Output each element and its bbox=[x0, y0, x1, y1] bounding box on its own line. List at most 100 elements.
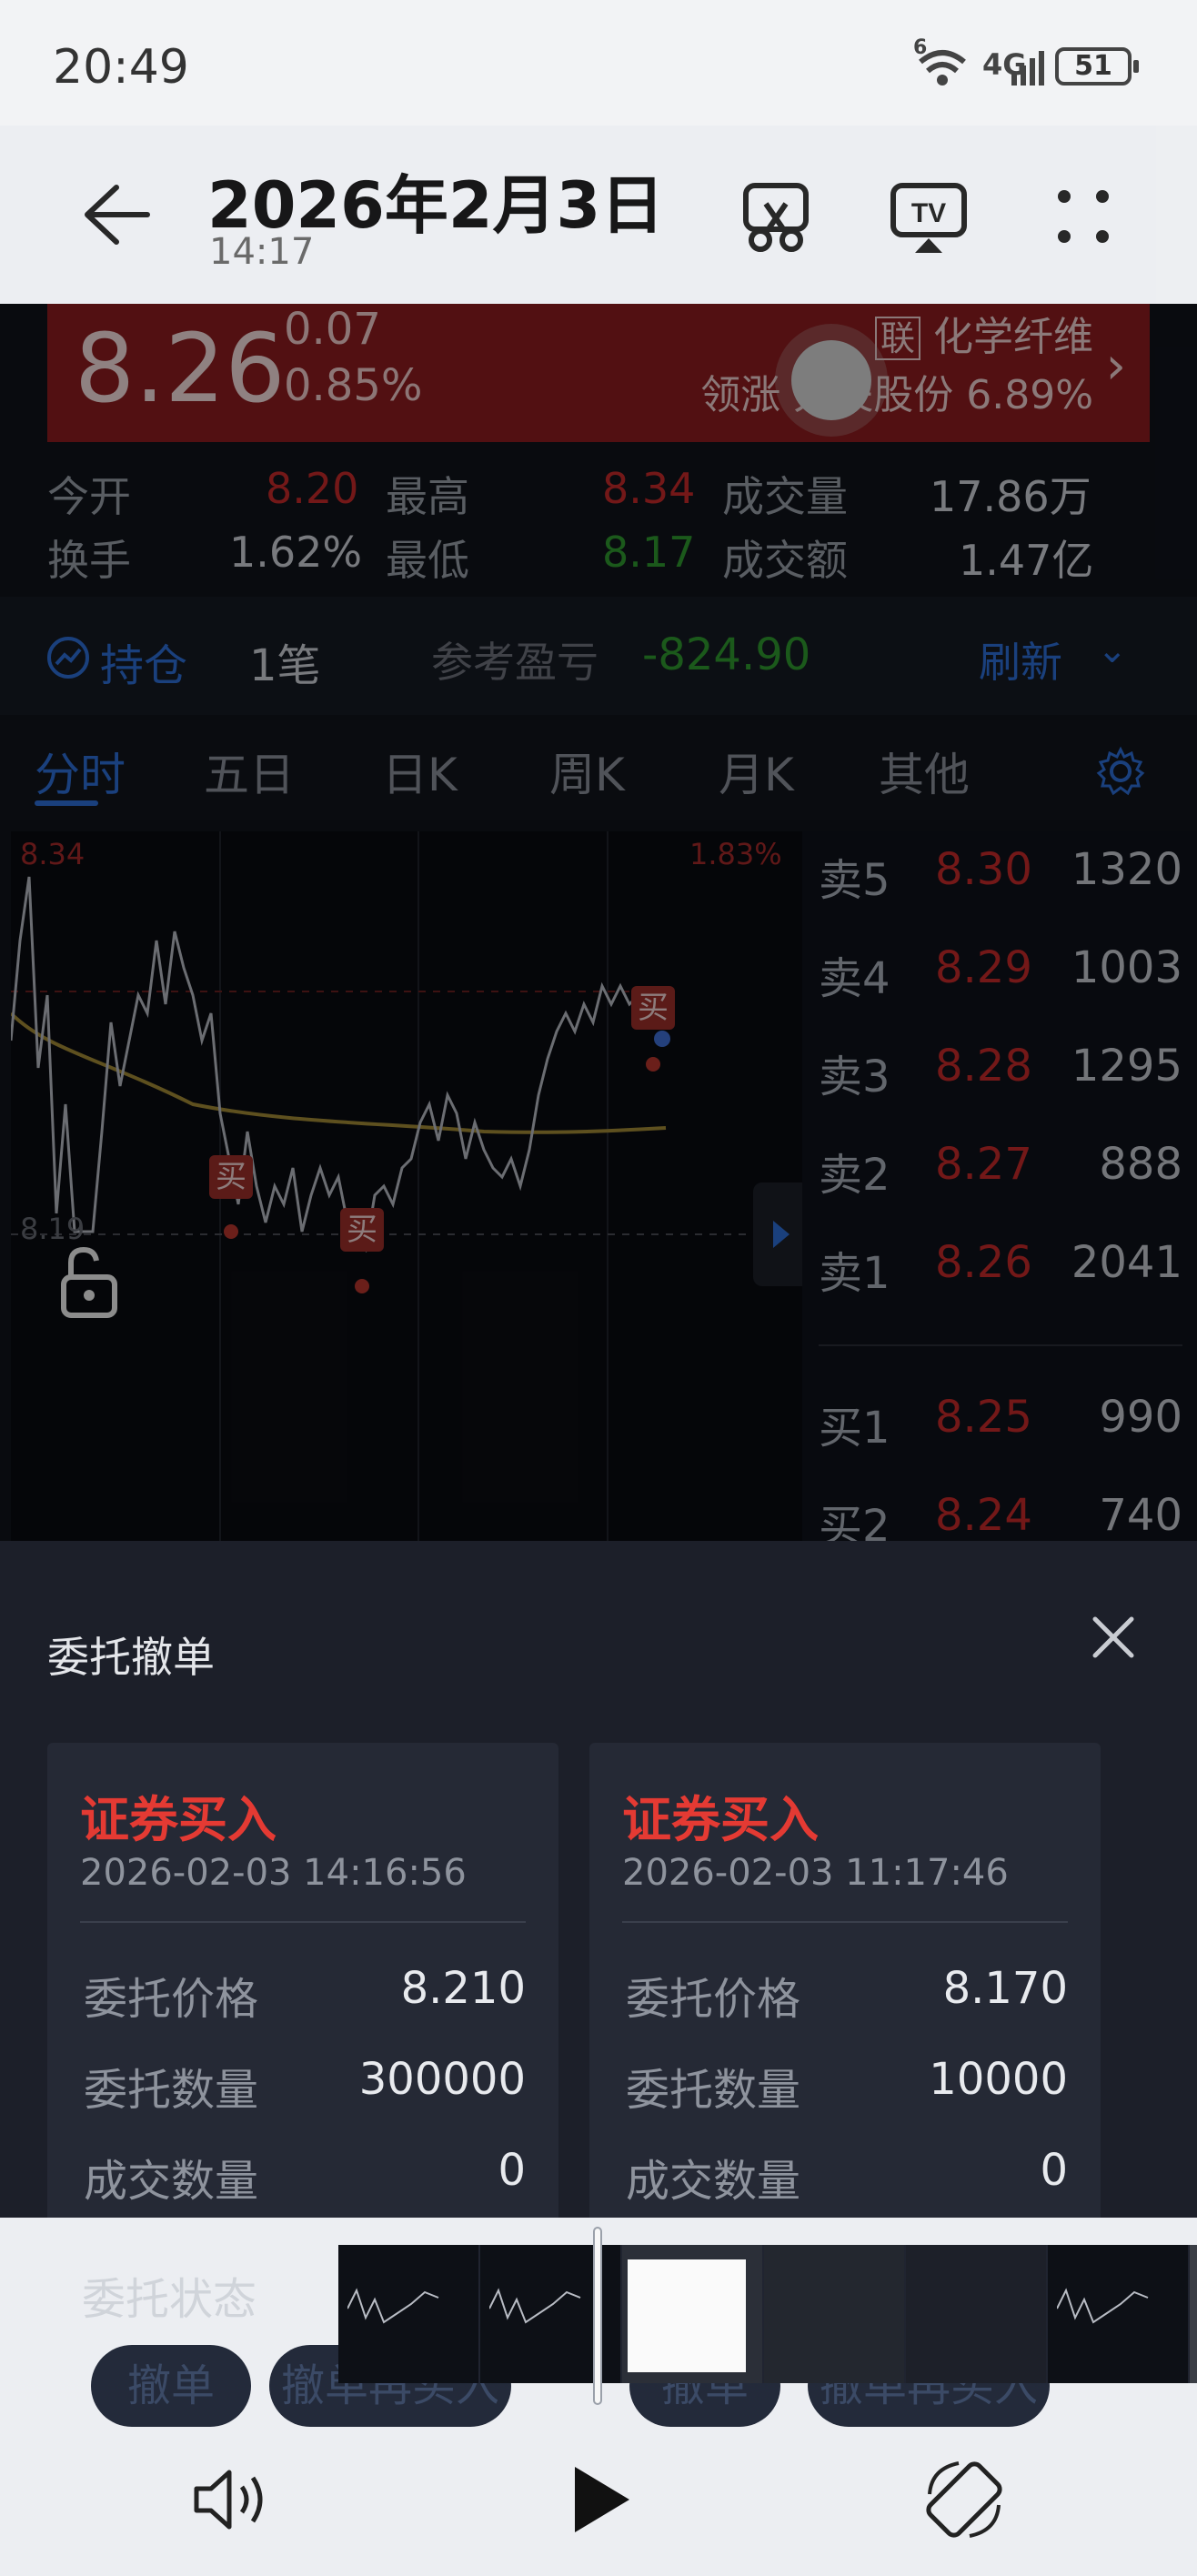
refresh-button[interactable]: 刷新 bbox=[979, 629, 1062, 689]
trend-icon bbox=[45, 635, 91, 680]
buy-marker[interactable]: 买 bbox=[340, 1208, 384, 1252]
tab-five-day[interactable]: 五日 bbox=[204, 739, 295, 804]
orderbook-divider bbox=[819, 1344, 1182, 1346]
price-bar: 8.26 0.07 0.85% 联 化学纤维 领涨 尤夫股份 6.89% › bbox=[47, 304, 1150, 442]
order-price: 8.170 bbox=[942, 1963, 1068, 2014]
expand-handle[interactable] bbox=[753, 1182, 804, 1286]
order-time: 2026-02-03 11:17:46 bbox=[622, 1852, 1009, 1894]
volume-value: 17.86万 bbox=[930, 472, 1091, 521]
holdings-count: 1笔 bbox=[249, 640, 321, 691]
buy-marker[interactable]: 买 bbox=[209, 1155, 253, 1199]
order-qty: 10000 bbox=[929, 2054, 1068, 2105]
bid-price: 8.24 bbox=[935, 1490, 1032, 1541]
ask-price: 8.27 bbox=[935, 1139, 1032, 1190]
amount-label: 成交额 bbox=[722, 536, 848, 585]
play-icon[interactable] bbox=[553, 2454, 644, 2545]
timeline-playhead[interactable] bbox=[593, 2227, 602, 2405]
tab-other[interactable]: 其他 bbox=[879, 739, 970, 804]
volume-label: 成交量 bbox=[722, 472, 848, 521]
ask-volume: 888 bbox=[1099, 1139, 1182, 1190]
card-divider bbox=[80, 1921, 526, 1923]
leader-pct: 6.89% bbox=[966, 372, 1093, 418]
order-type: 证券买入 bbox=[80, 1791, 277, 1848]
timeline-thumbnail bbox=[1048, 2245, 1190, 2383]
buy-marker[interactable]: 买 bbox=[631, 986, 675, 1030]
sector-leader: 领涨 尤夫股份 6.89% bbox=[700, 362, 1093, 420]
touch-indicator bbox=[791, 340, 871, 420]
ask-price: 8.26 bbox=[935, 1237, 1032, 1288]
order-qty-label: 委托数量 bbox=[626, 2065, 801, 2116]
pl-value: -824.90 bbox=[642, 629, 811, 680]
unlock-icon[interactable] bbox=[58, 1246, 122, 1319]
ask-volume: 2041 bbox=[1071, 1237, 1182, 1288]
tab-intraday[interactable]: 分时 bbox=[35, 739, 126, 804]
tab-weekly-k[interactable]: 周K bbox=[549, 739, 625, 804]
viewer-header: 2026年2月3日 14:17 TV bbox=[0, 126, 1197, 304]
ask-label: 卖4 bbox=[819, 953, 890, 1004]
viewer-subtitle: 14:17 bbox=[209, 231, 315, 273]
holdings-row[interactable]: 持仓 1笔 参考盈亏 -824.90 刷新 ⌄ bbox=[0, 597, 1197, 715]
more-icon[interactable] bbox=[1042, 176, 1124, 258]
pl-label: 参考盈亏 bbox=[431, 638, 598, 687]
sector-name: 化学纤维 bbox=[933, 314, 1093, 360]
bid-price: 8.25 bbox=[935, 1392, 1032, 1443]
ask-volume: 1320 bbox=[1071, 844, 1182, 895]
ask-label: 卖2 bbox=[819, 1150, 890, 1201]
timeline-thumbnail bbox=[906, 2245, 1048, 2383]
holdings-label: 持仓 bbox=[100, 640, 188, 691]
chart-top-left-label: 8.34 bbox=[20, 837, 86, 871]
battery-indicator: 51 bbox=[1055, 47, 1139, 86]
high-label: 最高 bbox=[386, 472, 469, 521]
chevron-down-icon[interactable]: ⌄ bbox=[1097, 629, 1128, 671]
order-price-label: 委托价格 bbox=[626, 1974, 801, 2025]
chart-mid-left-label: 8.19 bbox=[20, 1212, 86, 1246]
cancel-button[interactable]: 撤单 bbox=[91, 2345, 251, 2427]
sheet-title: 委托撤单 bbox=[47, 1633, 215, 1682]
tab-daily-k[interactable]: 日K bbox=[382, 739, 458, 804]
timeline-thumbnail bbox=[338, 2245, 480, 2383]
gear-icon[interactable] bbox=[1095, 746, 1146, 797]
tv-cast-icon[interactable]: TV bbox=[888, 176, 970, 258]
close-icon[interactable] bbox=[1088, 1612, 1139, 1663]
order-card[interactable]: 证券买入 2026-02-03 11:17:46 委托价格 8.170 委托数量… bbox=[589, 1743, 1101, 2218]
leader-label: 领涨 bbox=[700, 372, 781, 418]
ask-price: 8.29 bbox=[935, 942, 1032, 993]
high-value: 8.34 bbox=[602, 464, 696, 513]
order-card[interactable]: 证券买入 2026-02-03 14:16:56 委托价格 8.210 委托数量… bbox=[47, 1743, 558, 2218]
signal-icon bbox=[1010, 47, 1046, 87]
video-timeline[interactable] bbox=[338, 2245, 1197, 2383]
ask-label: 卖5 bbox=[819, 855, 890, 906]
low-label: 最低 bbox=[386, 536, 469, 585]
back-arrow-icon[interactable] bbox=[80, 178, 153, 251]
volume-icon[interactable] bbox=[187, 2454, 278, 2545]
order-filled: 0 bbox=[498, 2145, 526, 2196]
ask-price: 8.28 bbox=[935, 1041, 1032, 1092]
bid-volume: 990 bbox=[1099, 1392, 1182, 1443]
status-time: 20:49 bbox=[53, 40, 189, 95]
scissors-icon[interactable] bbox=[735, 176, 817, 258]
tab-monthly-k[interactable]: 月K bbox=[719, 739, 794, 804]
status-bar: 20:49 6 4G 51 bbox=[0, 0, 1197, 126]
order-type: 证券买入 bbox=[622, 1791, 819, 1848]
turnover-value: 1.62% bbox=[229, 528, 363, 577]
sector-link[interactable]: 联 化学纤维 bbox=[874, 304, 1093, 362]
order-qty: 300000 bbox=[358, 2054, 526, 2105]
order-status-label: 委托状态 bbox=[82, 2274, 257, 2325]
order-price-label: 委托价格 bbox=[84, 1974, 259, 2025]
open-label: 今开 bbox=[47, 472, 131, 521]
cancel-order-sheet: 委托撤单 证券买入 2026-02-03 14:16:56 委托价格 8.210… bbox=[0, 1541, 1197, 2218]
turnover-label: 换手 bbox=[47, 536, 131, 585]
order-filled-label: 成交数量 bbox=[626, 2156, 801, 2207]
ask-volume: 1003 bbox=[1071, 942, 1182, 993]
price-change: 0.07 bbox=[284, 304, 381, 355]
order-filled: 0 bbox=[1040, 2145, 1068, 2196]
chart-top-right-label: 1.83% bbox=[689, 837, 782, 871]
chevron-right-icon[interactable]: › bbox=[1106, 337, 1126, 396]
wifi-badge: 6 bbox=[913, 36, 928, 59]
bid-label: 买1 bbox=[819, 1403, 890, 1454]
rotate-screen-icon[interactable] bbox=[919, 2454, 1010, 2545]
chart-tabs: 分时 五日 日K 周K 月K 其他 bbox=[0, 720, 1197, 820]
timeline-thumbnail bbox=[764, 2245, 906, 2383]
ask-label: 卖3 bbox=[819, 1052, 890, 1102]
card-divider bbox=[622, 1921, 1068, 1923]
